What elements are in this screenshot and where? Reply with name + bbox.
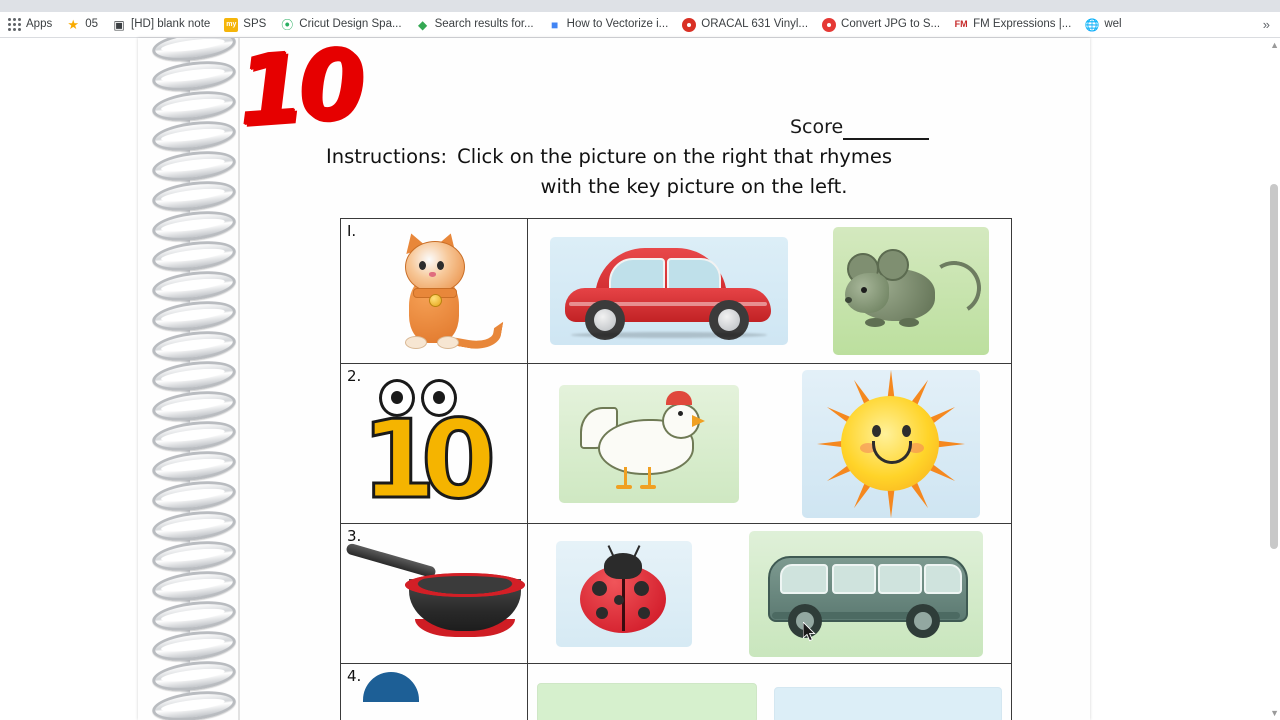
row-2-key-cell: 2. 1 0 [341, 364, 528, 523]
bookmark-label: [HD] blank note [131, 17, 211, 30]
bookmarks-bar: Apps ★ 05 ▣ [HD] blank note my SPS ⦿ Cri… [0, 12, 1280, 38]
row-1-key-cell: I. [341, 219, 528, 363]
bookmark-convert-jpg-to-svg[interactable]: Convert JPG to S... [815, 12, 947, 37]
bookmark-apps[interactable]: Apps [0, 12, 59, 37]
sheet-edge [238, 38, 240, 720]
pan-picture [341, 524, 527, 663]
ten-picture: 1 0 [341, 364, 527, 523]
score-blank [843, 116, 930, 140]
table-row: 2. 1 0 [341, 364, 1011, 524]
cat-picture [341, 219, 527, 363]
bookmark-label: ORACAL 631 Vinyl... [701, 17, 809, 30]
scroll-down-arrow[interactable]: ▼ [1270, 708, 1279, 718]
browser-window: Apps ★ 05 ▣ [HD] blank note my SPS ⦿ Cri… [0, 0, 1280, 720]
camera-icon: ▣ [113, 17, 125, 32]
red-circle-icon [682, 17, 697, 32]
mouse-picture[interactable] [832, 227, 989, 355]
page-right-gutter [1090, 38, 1280, 720]
row-number: 4. [347, 667, 362, 685]
partial-option-2[interactable] [774, 687, 1003, 720]
van-picture[interactable] [748, 530, 983, 657]
table-row: 4. [341, 664, 1011, 720]
row-3-options [528, 524, 1011, 663]
my-icon: my [224, 17, 239, 32]
bookmark-label: wel [1104, 17, 1122, 30]
table-row: 3. [341, 524, 1011, 664]
row-4-key-cell: 4. [341, 664, 528, 720]
instructions-lead: Instructions: [326, 145, 448, 168]
row-1-options [528, 219, 1011, 363]
partial-picture [363, 672, 419, 702]
rhyme-table: I. 2. 1 0 3. 4. [340, 218, 1012, 720]
bookmark-label: Apps [26, 17, 53, 30]
instructions-line-2: with the key picture on the left. [540, 175, 848, 199]
bookmark-label: Convert JPG to S... [841, 17, 941, 30]
row-3-key-cell: 3. [341, 524, 528, 663]
sun-picture[interactable] [801, 369, 980, 518]
bookmarks-overflow-button[interactable]: » [1257, 12, 1276, 37]
bookmark-cricut-design-space[interactable]: ⦿ Cricut Design Spa... [273, 12, 408, 37]
bookmark-label: 05 [85, 17, 99, 30]
page-content: 10 Score Instructions: Click on the pictu… [0, 38, 1280, 720]
google-search-icon: ◆ [417, 17, 428, 32]
star-icon: ★ [67, 17, 80, 32]
score-field: Score [790, 116, 930, 140]
bookmark-label: FM Expressions |... [973, 17, 1072, 30]
globe-icon: 🌐 [1084, 17, 1100, 32]
bookmark-oracal-631-vinyl[interactable]: ORACAL 631 Vinyl... [675, 12, 815, 37]
score-label: Score [790, 116, 844, 138]
fm-icon: FM [954, 19, 968, 29]
bookmark-label: How to Vectorize i... [566, 17, 669, 30]
row-4-options [528, 664, 1011, 720]
instructions: Instructions: Click on the picture on the… [326, 142, 1026, 202]
bookmark-how-to-vectorize[interactable]: ■ How to Vectorize i... [541, 12, 676, 37]
scroll-up-arrow[interactable]: ▲ [1270, 40, 1279, 50]
page-left-gutter [0, 38, 138, 720]
bug-picture[interactable] [556, 540, 693, 647]
handwritten-score-mark: 10 [234, 38, 364, 149]
page-scrollbar[interactable]: ▲ ▼ [1268, 38, 1280, 720]
partial-option-1[interactable] [536, 683, 757, 720]
bookmark-fm-expressions[interactable]: FM FM Expressions |... [947, 12, 1078, 37]
bookmark-wel[interactable]: 🌐 wel [1078, 12, 1128, 37]
cricut-icon: ⦿ [281, 17, 294, 32]
apps-grid-icon [7, 18, 21, 32]
car-picture[interactable] [550, 237, 789, 345]
spiral-binding [138, 38, 243, 720]
bookmark-label: Cricut Design Spa... [299, 17, 402, 30]
bookmark-hd-blank-note[interactable]: ▣ [HD] blank note [105, 12, 217, 37]
scrollbar-thumb[interactable] [1270, 184, 1278, 549]
table-row: I. [341, 219, 1011, 364]
bookmark-05[interactable]: ★ 05 [59, 12, 105, 37]
bookmark-label: SPS [243, 17, 267, 30]
row-2-options [528, 364, 1011, 523]
worksheet-sheet: 10 Score Instructions: Click on the pictu… [138, 38, 1090, 720]
document-icon: ■ [551, 17, 559, 32]
window-controls[interactable] [1020, 0, 1280, 26]
mouse-cursor [803, 622, 816, 642]
instructions-line-1: Click on the picture on the right that r… [457, 145, 892, 168]
hen-picture[interactable] [559, 384, 740, 503]
bookmark-sps[interactable]: my SPS [217, 12, 273, 37]
red-badge-icon [822, 17, 837, 32]
bookmark-label: Search results for... [434, 17, 534, 30]
bookmark-search-results[interactable]: ◆ Search results for... [409, 12, 541, 37]
